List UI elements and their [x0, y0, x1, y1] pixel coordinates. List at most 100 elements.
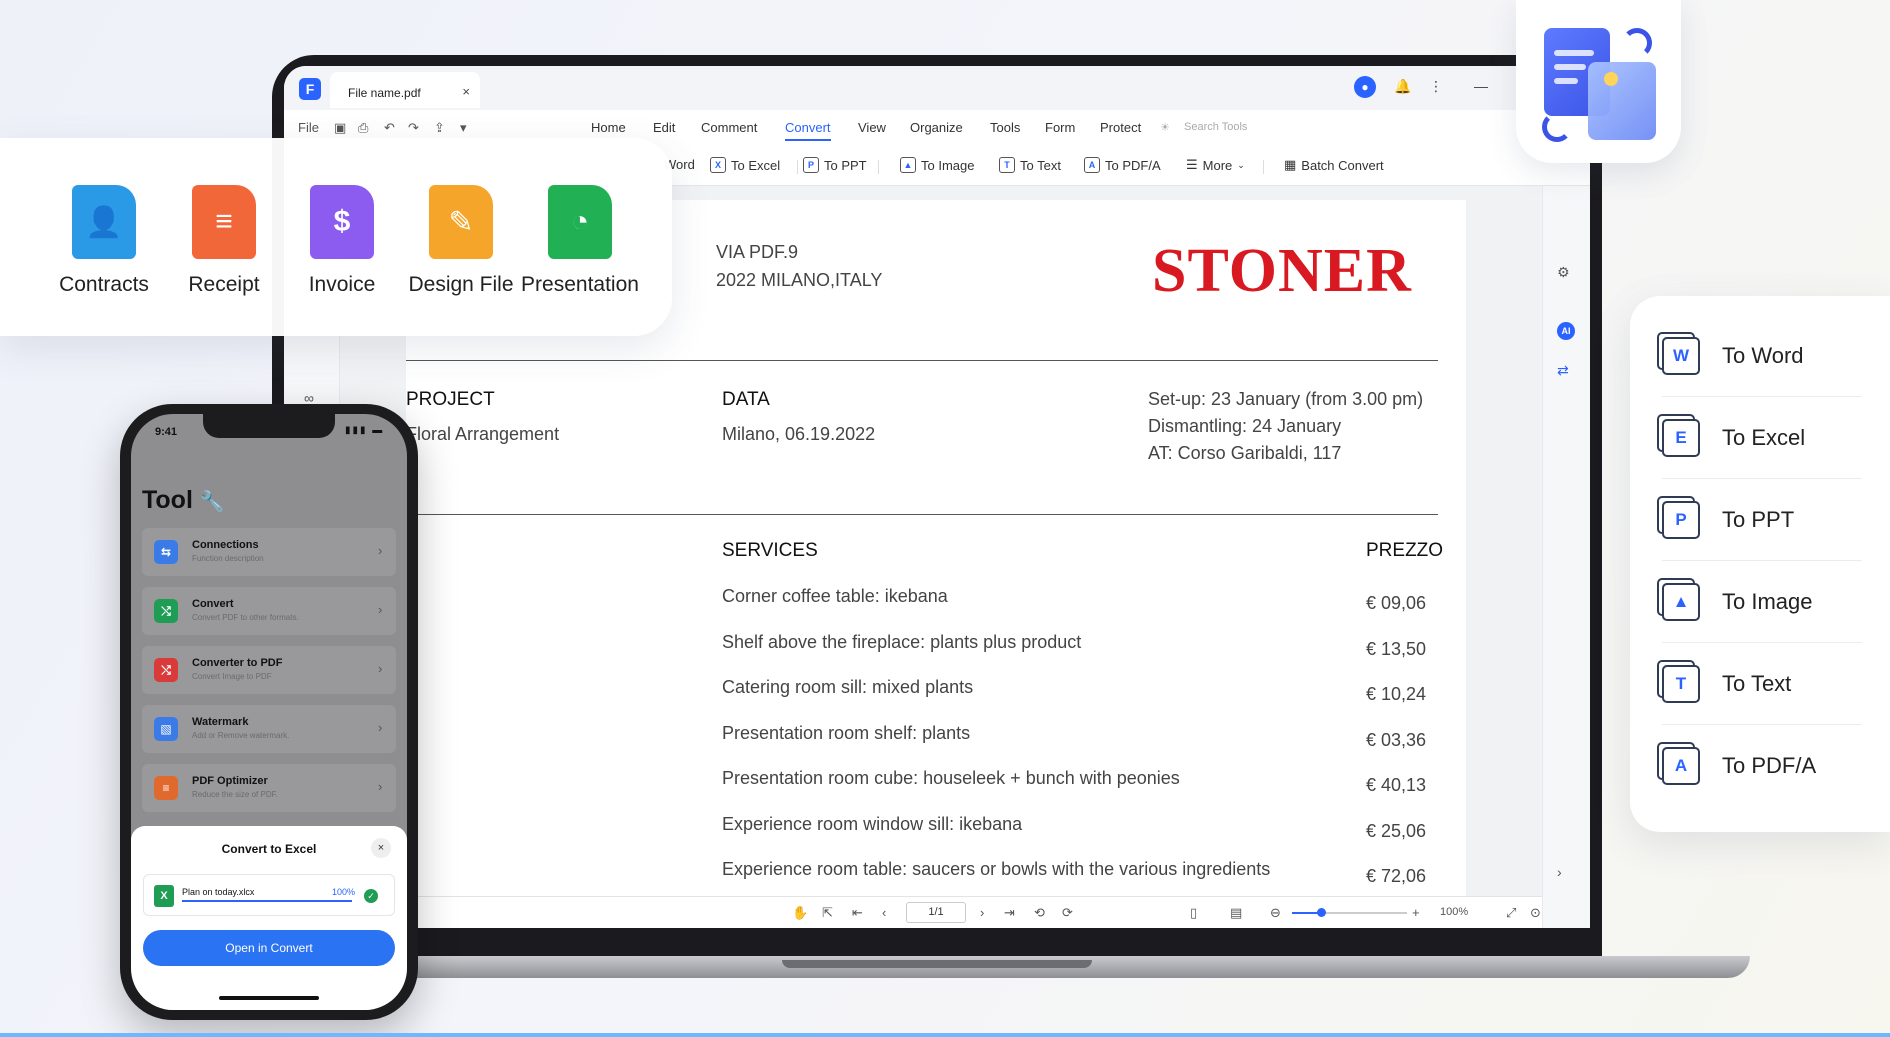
file-tab[interactable]: File name.pdf ×: [330, 72, 480, 108]
brand-logo: STONER: [1152, 237, 1412, 305]
minimize-icon[interactable]: —: [1474, 78, 1488, 94]
phone-tool-convert[interactable]: ⤭ Convert Convert PDF to other formats. ›: [142, 587, 396, 635]
project-label: PROJECT: [406, 389, 495, 410]
convert-to-pdf-a[interactable]: A To PDF/A: [1662, 725, 1862, 807]
to-image-button[interactable]: ▲ To Image: [900, 157, 974, 173]
menu-protect[interactable]: Protect: [1100, 120, 1141, 135]
service-name: Catering room sill: mixed plants: [722, 677, 974, 697]
prev-page-icon[interactable]: ‹: [882, 905, 886, 920]
more-circle-icon[interactable]: ⊙: [1530, 905, 1541, 921]
zoom-out-icon[interactable]: ⊖: [1270, 905, 1281, 921]
convert-to-word[interactable]: W To Word: [1662, 315, 1862, 397]
divider: [878, 160, 879, 174]
convert-to-text[interactable]: T To Text: [1662, 643, 1862, 725]
select-tool-icon[interactable]: ⇱: [822, 905, 833, 921]
menu-organize[interactable]: Organize: [910, 120, 963, 135]
file-progress: 100%: [332, 887, 356, 897]
template-contracts[interactable]: 👤 Contracts: [44, 185, 164, 297]
fullscreen-icon[interactable]: ⤢: [1506, 905, 1516, 921]
sliders-icon[interactable]: ⚙: [1557, 264, 1570, 281]
menu-edit[interactable]: Edit: [653, 120, 675, 135]
template-icon: ≡: [192, 185, 256, 259]
phone-tool-converter-to-pdf[interactable]: ⤭ Converter to PDF Convert Image to PDF ›: [142, 646, 396, 694]
user-avatar-icon[interactable]: ●: [1354, 76, 1376, 98]
menu-form[interactable]: Form: [1045, 120, 1075, 135]
more-vertical-icon[interactable]: ⋮: [1429, 78, 1443, 95]
tool-title: PDF Optimizer: [192, 775, 268, 787]
save-icon[interactable]: ▣: [334, 120, 346, 136]
menu-home[interactable]: Home: [591, 120, 626, 135]
phone-tool-watermark[interactable]: ▧ Watermark Add or Remove watermark. ›: [142, 705, 396, 753]
hand-tool-icon[interactable]: ✋: [792, 905, 808, 921]
chevron-right-icon[interactable]: ›: [1557, 864, 1562, 880]
template-invoice[interactable]: $ Invoice: [282, 185, 402, 297]
customize-icon[interactable]: ▾: [460, 120, 467, 136]
tool-description: Function description: [192, 554, 264, 563]
chevron-down-icon: ⌄: [1237, 159, 1245, 170]
convert-to-image[interactable]: ▲ To Image: [1662, 561, 1862, 643]
file-tab-label: File name.pdf: [348, 86, 421, 100]
phone-time: 9:41: [155, 426, 178, 438]
rotate-left-icon[interactable]: ⟲: [1034, 905, 1045, 921]
dismantling-text: Dismantling: 24 January: [1148, 416, 1342, 436]
convert-to-ppt[interactable]: P To PPT: [1662, 479, 1862, 561]
close-tab-icon[interactable]: ×: [462, 84, 470, 99]
template-design-file[interactable]: ✎ Design File: [401, 185, 521, 297]
file-menu[interactable]: File: [298, 120, 319, 135]
convert-arrow-icon: [1542, 112, 1572, 142]
zoom-slider-handle[interactable]: [1316, 908, 1326, 917]
undo-icon[interactable]: ↶: [384, 120, 395, 136]
more-label: More: [1202, 157, 1233, 173]
file-name: Plan on today.xlcx: [182, 887, 255, 897]
ai-assistant-icon[interactable]: AI: [1557, 322, 1575, 340]
search-tools-input[interactable]: Search Tools: [1184, 121, 1247, 133]
setup-text: Set-up: 23 January (from 3.00 pm): [1148, 389, 1424, 409]
bell-icon[interactable]: 🔔: [1394, 78, 1411, 95]
fit-page-icon[interactable]: ▯: [1190, 905, 1197, 921]
service-price: € 09,06: [1366, 593, 1427, 613]
to-excel-label: To Excel: [731, 157, 781, 173]
more-button[interactable]: ☰ More ⌄: [1186, 157, 1245, 173]
menu-comment[interactable]: Comment: [701, 120, 757, 135]
convert-format-icon: T: [1662, 664, 1700, 703]
zoom-level[interactable]: 100%: [1440, 906, 1468, 918]
menu-convert[interactable]: Convert: [785, 120, 831, 141]
first-page-icon[interactable]: ⇤: [852, 905, 863, 921]
excel-file-icon: X: [154, 885, 174, 907]
menu-view[interactable]: View: [858, 120, 886, 135]
phone-tool-connections[interactable]: ⇆ Connections Function description ›: [142, 528, 396, 576]
template-presentation[interactable]: ◔ Presentation: [520, 185, 640, 297]
next-page-icon[interactable]: ›: [980, 905, 984, 920]
redo-icon[interactable]: ↷: [408, 120, 419, 136]
to-text-button[interactable]: T To Text: [999, 157, 1061, 173]
template-icon: ◔: [548, 185, 612, 259]
to-pdfa-button[interactable]: A To PDF/A: [1084, 157, 1161, 173]
signal-battery-icon: ▮▮▮ ▬: [345, 425, 385, 436]
zoom-in-icon[interactable]: +: [1412, 905, 1420, 920]
translate-icon[interactable]: ⇄: [1557, 362, 1569, 379]
grid-icon: ▦: [1284, 157, 1297, 172]
phone-title-text: Tool: [142, 486, 193, 514]
page-view-icon[interactable]: ▤: [1230, 905, 1242, 921]
last-page-icon[interactable]: ⇥: [1004, 905, 1015, 921]
convert-format-icon: W: [1662, 336, 1700, 375]
convert-sheet: Convert to Excel × X Plan on today.xlcx …: [131, 826, 407, 1010]
convert-format-icon: E: [1662, 418, 1700, 457]
convert-format-label: To Word: [1722, 342, 1804, 368]
app-logo-icon: F: [299, 78, 321, 100]
print-icon[interactable]: ⎙: [358, 120, 368, 136]
template-receipt[interactable]: ≡ Receipt: [164, 185, 284, 297]
tool-icon: ⇆: [154, 540, 178, 564]
to-excel-button[interactable]: X To Excel: [710, 157, 780, 173]
close-icon[interactable]: ×: [371, 838, 391, 858]
to-ppt-button[interactable]: P To PPT: [803, 157, 867, 173]
share-icon[interactable]: ⇪: [434, 120, 445, 136]
convert-to-excel[interactable]: E To Excel: [1662, 397, 1862, 479]
rotate-right-icon[interactable]: ⟳: [1062, 905, 1073, 921]
phone-tool-pdf-optimizer[interactable]: ≡ PDF Optimizer Reduce the size of PDF. ›: [142, 764, 396, 812]
service-name: Shelf above the fireplace: plants plus p…: [722, 631, 1082, 652]
batch-convert-button[interactable]: ▦ Batch Convert: [1284, 157, 1384, 173]
page-number-input[interactable]: 1/1: [906, 902, 966, 923]
open-in-convert-button[interactable]: Open in Convert: [143, 930, 395, 966]
menu-tools[interactable]: Tools: [990, 120, 1020, 135]
